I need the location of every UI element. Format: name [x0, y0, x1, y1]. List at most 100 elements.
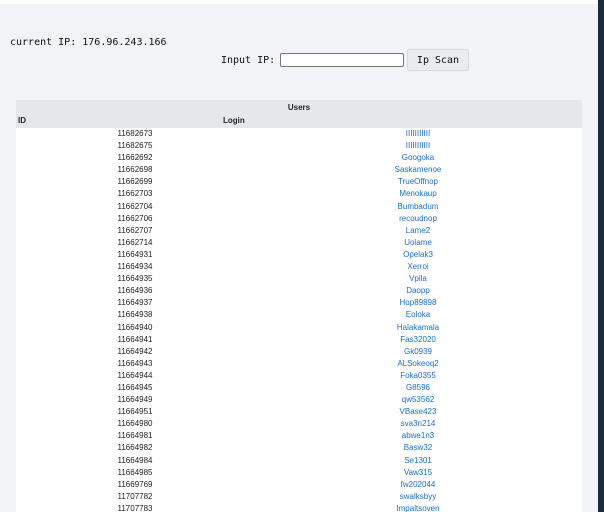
user-login-link[interactable]: Lame2	[254, 225, 582, 237]
user-login-link[interactable]: IIIIIIIIIII	[254, 140, 582, 152]
table-row: 11664981 abwe1n3	[16, 430, 582, 442]
user-id-cell: 11682675	[117, 141, 153, 151]
user-id-cell: 11664982	[117, 443, 153, 453]
user-login-link[interactable]: Impaltsoven	[254, 503, 582, 512]
window-right-edge	[598, 0, 604, 512]
user-id-cell: 11664985	[117, 467, 153, 477]
user-login-link[interactable]: Gk0939	[254, 346, 582, 358]
table-caption: Users	[287, 103, 311, 112]
table-row: 11662714 Uolame	[16, 237, 582, 249]
table-row: 11664934 Xerroi	[16, 261, 582, 273]
user-login-link[interactable]: Basw32	[254, 442, 582, 454]
table-row: 11669769 fw202044	[16, 479, 582, 491]
user-id-cell: 11664931	[117, 249, 153, 259]
user-id-cell: 11707782	[117, 491, 153, 501]
window-top-edge	[0, 0, 598, 4]
user-login-link[interactable]: Bumbadum	[254, 201, 582, 213]
column-header-id: ID	[18, 116, 26, 125]
current-ip-text: current IP: 176.96.243.166	[10, 37, 167, 48]
user-id-cell: 11662703	[117, 189, 153, 199]
user-id-cell: 11707783	[117, 503, 153, 512]
user-id-cell: 11664984	[117, 455, 153, 465]
table-row: 11664949 qw53562	[16, 394, 582, 406]
table-row: 11682675 IIIIIIIIIII	[16, 140, 582, 152]
user-id-cell: 11662698	[117, 165, 153, 175]
user-login-link[interactable]: Hop89898	[254, 297, 582, 309]
user-login-link[interactable]: ALSokeoq2	[254, 358, 582, 370]
user-login-link[interactable]: VBase423	[254, 406, 582, 418]
user-login-link[interactable]: Daopp	[254, 285, 582, 297]
user-id-cell: 11664943	[117, 358, 153, 368]
user-id-cell: 11664981	[117, 431, 153, 441]
user-login-link[interactable]: TrueOffnop	[254, 176, 582, 188]
user-id-cell: 11662704	[117, 201, 153, 211]
table-row: 11664980 sva3n214	[16, 418, 582, 430]
user-login-link[interactable]: swalksbyy	[254, 491, 582, 503]
user-login-link[interactable]: Foka0355	[254, 370, 582, 382]
table-row: 11662704 Bumbadum	[16, 201, 582, 213]
user-id-cell: 11669769	[117, 479, 153, 489]
user-login-link[interactable]: qw53562	[254, 394, 582, 406]
user-id-cell: 11662714	[117, 237, 153, 247]
user-login-link[interactable]: fw202044	[254, 479, 582, 491]
user-login-link[interactable]: Saskamenoe	[254, 164, 582, 176]
table-row: 11662703 Menokaup	[16, 188, 582, 200]
user-login-link[interactable]: IIIIIIIIIII	[254, 128, 582, 140]
user-login-link[interactable]: recoudnop	[254, 213, 582, 225]
ip-scan-button[interactable]: Ip Scan	[407, 49, 469, 71]
table-row: 11664931 Opelak3	[16, 249, 582, 261]
table-row: 11664982 Basw32	[16, 442, 582, 454]
table-row: 11664935 Vplla	[16, 273, 582, 285]
table-row: 11664942 Gk0939	[16, 346, 582, 358]
user-login-link[interactable]: Xerroi	[254, 261, 582, 273]
user-login-link[interactable]: Halakamala	[254, 322, 582, 334]
current-ip-label: current IP:	[10, 37, 77, 48]
user-id-cell: 11664944	[117, 370, 153, 380]
user-login-link[interactable]: Fas32020	[254, 334, 582, 346]
user-id-cell: 11664935	[117, 274, 153, 284]
user-id-cell: 11662699	[117, 177, 153, 187]
user-login-link[interactable]: Uolame	[254, 237, 582, 249]
table-row: 11662699 TrueOffnop	[16, 176, 582, 188]
table-row: 11664941 Fas32020	[16, 334, 582, 346]
user-login-link[interactable]: abwe1n3	[254, 430, 582, 442]
table-row: 11664944 Foka0355	[16, 370, 582, 382]
table-row: 11707783 Impaltsoven	[16, 503, 582, 512]
table-row: 11664938 Eoloka	[16, 309, 582, 321]
ip-input[interactable]	[280, 53, 404, 67]
user-id-cell: 11682673	[117, 129, 153, 138]
user-login-link[interactable]: sva3n214	[254, 418, 582, 430]
user-login-link[interactable]: Googoka	[254, 152, 582, 164]
user-id-cell: 11664937	[117, 298, 153, 308]
table-row: 11664940 Halakamala	[16, 322, 582, 334]
table-row: 11664937 Hop89898	[16, 297, 582, 309]
user-login-link[interactable]: Se1301	[254, 455, 582, 467]
table-row: 11682673 IIIIIIIIIII	[16, 128, 582, 140]
user-login-link[interactable]: Vaw315	[254, 467, 582, 479]
user-id-cell: 11664942	[117, 346, 153, 356]
user-login-link[interactable]: Vplla	[254, 273, 582, 285]
user-id-cell: 11664945	[117, 382, 153, 392]
user-id-cell: 11664936	[117, 286, 153, 296]
user-login-link[interactable]: G8596	[254, 382, 582, 394]
table-header: Users ID Login	[16, 100, 582, 128]
table-row: 11664984 Se1301	[16, 455, 582, 467]
user-id-cell: 11664980	[117, 419, 153, 429]
table-row: 11664985 Vaw315	[16, 467, 582, 479]
table-row: 11662698 Saskamenoe	[16, 164, 582, 176]
user-id-cell: 11664940	[117, 322, 153, 332]
user-id-cell: 11664934	[117, 262, 153, 272]
table-row: 11664943 ALSokeoq2	[16, 358, 582, 370]
table-row: 11662692 Googoka	[16, 152, 582, 164]
column-header-login: Login	[223, 116, 245, 125]
user-id-cell: 11662692	[117, 153, 153, 163]
table-row: 11664945 G8596	[16, 382, 582, 394]
user-login-link[interactable]: Opelak3	[254, 249, 582, 261]
user-id-cell: 11664941	[117, 334, 153, 344]
current-ip-value: 176.96.243.166	[82, 37, 167, 48]
user-login-link[interactable]: Menokaup	[254, 188, 582, 200]
table-row: 11662706 recoudnop	[16, 213, 582, 225]
user-login-link[interactable]: Eoloka	[254, 309, 582, 321]
table-body: 11682673 IIIIIIIIIII 11682675 IIIIIIIIIII 11…	[16, 128, 582, 512]
user-id-cell: 11664951	[117, 407, 153, 417]
